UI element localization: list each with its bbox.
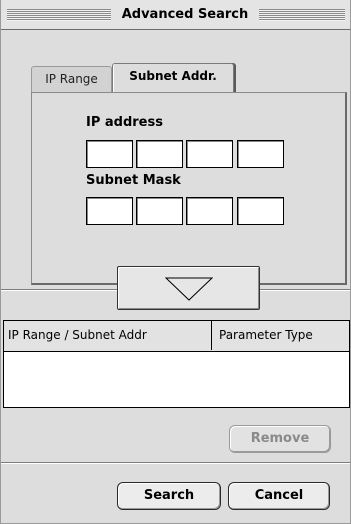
cancel-button[interactable]: Cancel xyxy=(228,482,330,510)
divider-bottom xyxy=(1,462,350,464)
tab-ip-range[interactable]: IP Range xyxy=(31,66,112,92)
divider-right xyxy=(260,289,350,291)
column-header-ip-range[interactable]: IP Range / Subnet Addr xyxy=(4,321,212,350)
table-header: IP Range / Subnet Addr Parameter Type xyxy=(3,320,350,351)
column-header-parameter-type[interactable]: Parameter Type xyxy=(213,321,350,350)
title-bar-stripes-right xyxy=(259,9,345,21)
divider-left xyxy=(1,289,117,291)
ip-address-label: IP address xyxy=(86,115,163,130)
remove-button[interactable]: Remove xyxy=(229,425,331,453)
ip-address-octet-2[interactable] xyxy=(136,140,183,168)
advanced-search-window: Advanced Search IP Range Subnet Addr. IP… xyxy=(0,0,351,524)
triangle-down-icon xyxy=(165,277,213,301)
ip-address-octet-1[interactable] xyxy=(86,140,133,168)
subnet-mask-octet-2[interactable] xyxy=(136,197,183,225)
subnet-tab-panel: IP address Subnet Mask xyxy=(31,92,347,285)
add-entry-button[interactable] xyxy=(117,266,260,310)
title-bar-stripes-left xyxy=(7,9,111,21)
subnet-mask-octet-4[interactable] xyxy=(237,197,284,225)
search-button[interactable]: Search xyxy=(117,482,221,510)
subnet-mask-octet-3[interactable] xyxy=(186,197,233,225)
window-title: Advanced Search xyxy=(111,4,259,26)
subnet-mask-octet-1[interactable] xyxy=(86,197,133,225)
ip-address-octet-3[interactable] xyxy=(186,140,233,168)
title-bar[interactable]: Advanced Search xyxy=(1,0,350,30)
results-table-body[interactable] xyxy=(3,351,350,408)
subnet-mask-label: Subnet Mask xyxy=(86,173,181,188)
ip-address-octet-4[interactable] xyxy=(237,140,284,168)
tab-subnet-addr[interactable]: Subnet Addr. xyxy=(112,63,234,93)
